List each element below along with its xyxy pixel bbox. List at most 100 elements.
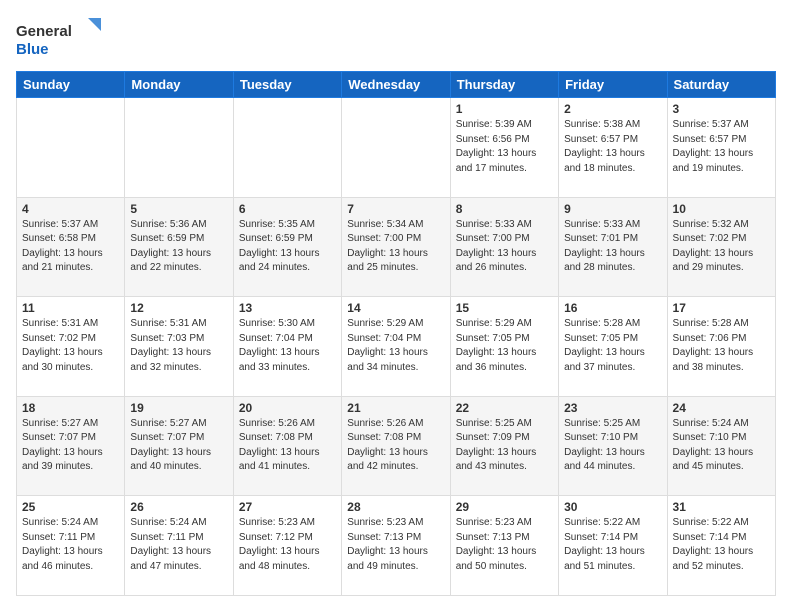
day-info: Sunrise: 5:29 AM Sunset: 7:05 PM Dayligh…: [456, 317, 553, 375]
day-number: 21: [347, 401, 444, 415]
day-number: 9: [564, 202, 661, 216]
day-number: 11: [22, 301, 119, 315]
calendar-cell-w3-d4: 14 Sunrise: 5:29 AM Sunset: 7:04 PM Dayli…: [342, 297, 450, 397]
header-thursday: Thursday: [450, 72, 558, 98]
calendar-cell-w1-d7: 3Sunrise: 5:37 AM Sunset: 6:57 PM Daylig…: [667, 98, 775, 198]
calendar-cell-w4-d4: 21 Sunrise: 5:26 AM Sunset: 7:08 PM Dayli…: [342, 396, 450, 496]
calendar-cell-w2-d3: 6 Sunrise: 5:35 AM Sunset: 6:59 PM Daylig…: [233, 197, 341, 297]
day-info: Sunrise: 5:36 AM Sunset: 6:59 PM Dayligh…: [130, 218, 227, 276]
calendar-cell-w2-d7: 10 Sunrise: 5:32 AM Sunset: 7:02 PM Dayli…: [667, 197, 775, 297]
day-info: Sunrise: 5:24 AM Sunset: 7:10 PM Dayligh…: [673, 417, 770, 475]
day-info: Sunrise: 5:38 AM Sunset: 6:57 PM Dayligh…: [564, 118, 661, 176]
calendar-cell-w2-d6: 9 Sunrise: 5:33 AM Sunset: 7:01 PM Daylig…: [559, 197, 667, 297]
day-info: Sunrise: 5:26 AM Sunset: 7:08 PM Dayligh…: [239, 417, 336, 475]
logo-blue: Blue: [16, 41, 49, 58]
calendar-cell-w3-d3: 13 Sunrise: 5:30 AM Sunset: 7:04 PM Dayli…: [233, 297, 341, 397]
header-sunday: Sunday: [17, 72, 125, 98]
day-info: Sunrise: 5:39 AM Sunset: 6:56 PM Dayligh…: [456, 118, 553, 176]
day-info: Sunrise: 5:26 AM Sunset: 7:08 PM Dayligh…: [347, 417, 444, 475]
day-number: 19: [130, 401, 227, 415]
calendar-table: SundayMondayTuesdayWednesdayThursdayFrid…: [16, 71, 776, 596]
day-info: Sunrise: 5:23 AM Sunset: 7:13 PM Dayligh…: [347, 516, 444, 574]
calendar-cell-w5-d6: 30 Sunrise: 5:22 AM Sunset: 7:14 PM Dayli…: [559, 496, 667, 596]
calendar-cell-w5-d4: 28Sunrise: 5:23 AM Sunset: 7:13 PM Dayli…: [342, 496, 450, 596]
calendar-cell-w3-d2: 12Sunrise: 5:31 AM Sunset: 7:03 PM Dayli…: [125, 297, 233, 397]
day-number: 8: [456, 202, 553, 216]
day-number: 23: [564, 401, 661, 415]
calendar-cell-w1-d1: [17, 98, 125, 198]
day-number: 22: [456, 401, 553, 415]
day-number: 6: [239, 202, 336, 216]
day-number: 4: [22, 202, 119, 216]
calendar-cell-w4-d2: 19Sunrise: 5:27 AM Sunset: 7:07 PM Dayli…: [125, 396, 233, 496]
logo-arrow: [88, 18, 101, 31]
header-wednesday: Wednesday: [342, 72, 450, 98]
header-friday: Friday: [559, 72, 667, 98]
day-info: Sunrise: 5:22 AM Sunset: 7:14 PM Dayligh…: [564, 516, 661, 574]
calendar-cell-w4-d6: 23 Sunrise: 5:25 AM Sunset: 7:10 PM Dayli…: [559, 396, 667, 496]
day-number: 10: [673, 202, 770, 216]
day-info: Sunrise: 5:30 AM Sunset: 7:04 PM Dayligh…: [239, 317, 336, 375]
calendar-header-row: SundayMondayTuesdayWednesdayThursdayFrid…: [17, 72, 776, 98]
calendar-cell-w5-d1: 25 Sunrise: 5:24 AM Sunset: 7:11 PM Dayli…: [17, 496, 125, 596]
calendar-week-3: 11Sunrise: 5:31 AM Sunset: 7:02 PM Dayli…: [17, 297, 776, 397]
day-number: 12: [130, 301, 227, 315]
day-info: Sunrise: 5:23 AM Sunset: 7:13 PM Dayligh…: [456, 516, 553, 574]
header-saturday: Saturday: [667, 72, 775, 98]
day-info: Sunrise: 5:28 AM Sunset: 7:06 PM Dayligh…: [673, 317, 770, 375]
day-info: Sunrise: 5:35 AM Sunset: 6:59 PM Dayligh…: [239, 218, 336, 276]
calendar-cell-w3-d7: 17 Sunrise: 5:28 AM Sunset: 7:06 PM Dayli…: [667, 297, 775, 397]
day-number: 16: [564, 301, 661, 315]
day-info: Sunrise: 5:27 AM Sunset: 7:07 PM Dayligh…: [22, 417, 119, 475]
page: General Blue SundayMondayTuesdayWednesda…: [0, 0, 792, 612]
logo-svg: General Blue: [16, 16, 106, 61]
calendar-cell-w3-d5: 15Sunrise: 5:29 AM Sunset: 7:05 PM Dayli…: [450, 297, 558, 397]
calendar-cell-w1-d3: [233, 98, 341, 198]
day-info: Sunrise: 5:24 AM Sunset: 7:11 PM Dayligh…: [130, 516, 227, 574]
calendar-cell-w2-d5: 8 Sunrise: 5:33 AM Sunset: 7:00 PM Daylig…: [450, 197, 558, 297]
calendar-cell-w1-d4: [342, 98, 450, 198]
day-info: Sunrise: 5:37 AM Sunset: 6:58 PM Dayligh…: [22, 218, 119, 276]
logo-general: General: [16, 23, 72, 40]
calendar-cell-w5-d7: 31 Sunrise: 5:22 AM Sunset: 7:14 PM Dayli…: [667, 496, 775, 596]
day-info: Sunrise: 5:22 AM Sunset: 7:14 PM Dayligh…: [673, 516, 770, 574]
calendar-cell-w4-d7: 24 Sunrise: 5:24 AM Sunset: 7:10 PM Dayli…: [667, 396, 775, 496]
day-number: 14: [347, 301, 444, 315]
day-number: 25: [22, 500, 119, 514]
day-number: 1: [456, 102, 553, 116]
calendar-cell-w2-d4: 7 Sunrise: 5:34 AM Sunset: 7:00 PM Daylig…: [342, 197, 450, 297]
day-info: Sunrise: 5:25 AM Sunset: 7:09 PM Dayligh…: [456, 417, 553, 475]
day-number: 24: [673, 401, 770, 415]
day-info: Sunrise: 5:34 AM Sunset: 7:00 PM Dayligh…: [347, 218, 444, 276]
day-number: 30: [564, 500, 661, 514]
calendar-cell-w4-d1: 18Sunrise: 5:27 AM Sunset: 7:07 PM Dayli…: [17, 396, 125, 496]
header: General Blue: [16, 16, 776, 61]
day-info: Sunrise: 5:33 AM Sunset: 7:00 PM Dayligh…: [456, 218, 553, 276]
calendar-cell-w2-d1: 4 Sunrise: 5:37 AM Sunset: 6:58 PM Daylig…: [17, 197, 125, 297]
day-info: Sunrise: 5:32 AM Sunset: 7:02 PM Dayligh…: [673, 218, 770, 276]
day-info: Sunrise: 5:24 AM Sunset: 7:11 PM Dayligh…: [22, 516, 119, 574]
calendar-week-1: 1 Sunrise: 5:39 AM Sunset: 6:56 PM Daylig…: [17, 98, 776, 198]
calendar-week-4: 18Sunrise: 5:27 AM Sunset: 7:07 PM Dayli…: [17, 396, 776, 496]
day-number: 7: [347, 202, 444, 216]
day-number: 27: [239, 500, 336, 514]
day-info: Sunrise: 5:33 AM Sunset: 7:01 PM Dayligh…: [564, 218, 661, 276]
day-info: Sunrise: 5:28 AM Sunset: 7:05 PM Dayligh…: [564, 317, 661, 375]
calendar-cell-w5-d2: 26Sunrise: 5:24 AM Sunset: 7:11 PM Dayli…: [125, 496, 233, 596]
calendar-cell-w5-d5: 29 Sunrise: 5:23 AM Sunset: 7:13 PM Dayli…: [450, 496, 558, 596]
calendar-week-2: 4 Sunrise: 5:37 AM Sunset: 6:58 PM Daylig…: [17, 197, 776, 297]
header-tuesday: Tuesday: [233, 72, 341, 98]
day-info: Sunrise: 5:29 AM Sunset: 7:04 PM Dayligh…: [347, 317, 444, 375]
day-number: 2: [564, 102, 661, 116]
calendar-cell-w3-d1: 11Sunrise: 5:31 AM Sunset: 7:02 PM Dayli…: [17, 297, 125, 397]
calendar-cell-w5-d3: 27Sunrise: 5:23 AM Sunset: 7:12 PM Dayli…: [233, 496, 341, 596]
day-number: 13: [239, 301, 336, 315]
day-number: 31: [673, 500, 770, 514]
day-number: 5: [130, 202, 227, 216]
day-number: 17: [673, 301, 770, 315]
calendar-cell-w1-d5: 1 Sunrise: 5:39 AM Sunset: 6:56 PM Daylig…: [450, 98, 558, 198]
calendar-cell-w1-d6: 2 Sunrise: 5:38 AM Sunset: 6:57 PM Daylig…: [559, 98, 667, 198]
day-info: Sunrise: 5:25 AM Sunset: 7:10 PM Dayligh…: [564, 417, 661, 475]
day-number: 20: [239, 401, 336, 415]
day-number: 29: [456, 500, 553, 514]
